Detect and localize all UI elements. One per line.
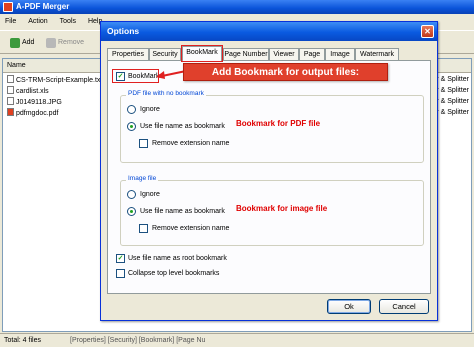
- collapse-bookmarks-label: Collapse top level bookmarks: [128, 270, 220, 277]
- remove-button[interactable]: Remove: [46, 36, 84, 50]
- file-icon: [7, 86, 14, 94]
- pdf-ignore-label: Ignore: [140, 106, 160, 113]
- add-icon: [10, 38, 20, 48]
- list-cell: r & Splitter: [436, 76, 469, 83]
- app-title: A-PDF Merger: [16, 2, 70, 11]
- menu-file[interactable]: File: [0, 14, 21, 30]
- list-item[interactable]: cardlist.xls: [7, 86, 49, 96]
- pdf-use-filename-radio[interactable]: [127, 122, 136, 131]
- remove-icon: [46, 38, 56, 48]
- list-item[interactable]: pdfmgdoc.pdf: [7, 108, 58, 118]
- ok-button[interactable]: Ok: [327, 299, 371, 314]
- callout-banner: Add Bookmark for output files:: [183, 63, 388, 81]
- app-logo-icon: [3, 2, 13, 12]
- tab-security[interactable]: Security: [149, 48, 181, 60]
- image-remove-ext-checkbox[interactable]: [139, 224, 148, 233]
- add-button[interactable]: Add: [10, 36, 34, 50]
- dialog-title: Options: [107, 26, 140, 36]
- list-cell: r & Splitter: [436, 87, 469, 94]
- file-icon: [7, 75, 14, 83]
- pdf-ignore-radio[interactable]: [127, 105, 136, 114]
- image-ignore-label: Ignore: [140, 191, 160, 198]
- pdf-remove-ext-checkbox[interactable]: [139, 139, 148, 148]
- collapse-bookmarks-checkbox[interactable]: [116, 269, 125, 278]
- file-icon: [7, 97, 14, 105]
- image-remove-ext-label: Remove extension name: [152, 225, 230, 232]
- pdf-remove-ext-label: Remove extension name: [152, 140, 230, 147]
- menu-tools[interactable]: Tools: [55, 14, 81, 30]
- status-total: Total: 4 files: [4, 337, 41, 344]
- image-group-title: Image file: [126, 175, 159, 183]
- tab-image[interactable]: Image: [325, 48, 355, 60]
- status-bar: Total: 4 files [Properties] [Security] […: [0, 333, 474, 347]
- menu-action[interactable]: Action: [23, 14, 52, 30]
- cancel-button[interactable]: Cancel: [379, 299, 429, 314]
- root-bookmark-label: Use file name as root bookmark: [128, 255, 227, 262]
- list-item[interactable]: CS-TRM-Script-Example.txt: [7, 75, 102, 85]
- close-icon[interactable]: ✕: [421, 25, 434, 38]
- tab-properties[interactable]: Properties: [107, 48, 149, 60]
- image-use-filename-label: Use file name as bookmark: [140, 208, 225, 215]
- app-titlebar: A-PDF Merger: [0, 0, 474, 14]
- tab-page[interactable]: Page: [299, 48, 325, 60]
- list-cell: r & Splitter: [436, 98, 469, 105]
- image-ignore-radio[interactable]: [127, 190, 136, 199]
- tab-bookmark[interactable]: BookMark: [181, 45, 223, 62]
- dialog-titlebar: Options: [101, 22, 437, 41]
- tab-page-number[interactable]: Page Number: [223, 48, 269, 60]
- bookmark-tab-panel: ✓ BookMark PDF file with no bookmark Ign…: [107, 60, 431, 294]
- tab-viewer[interactable]: Viewer: [269, 48, 299, 60]
- pdf-group-title: PDF file with no bookmark: [126, 90, 206, 98]
- pdf-bookmark-note: Bookmark for PDF file: [236, 119, 321, 128]
- pdf-use-filename-label: Use file name as bookmark: [140, 123, 225, 130]
- tab-watermark[interactable]: Watermark: [355, 48, 399, 60]
- image-use-filename-radio[interactable]: [127, 207, 136, 216]
- image-bookmark-note: Bookmark for image file: [236, 204, 328, 213]
- pdf-file-icon: [7, 108, 14, 116]
- root-bookmark-checkbox[interactable]: ✓: [116, 254, 125, 263]
- list-item[interactable]: J0149118.JPG: [7, 97, 62, 107]
- status-tabs: [Properties] [Security] [Bookmark] [Page…: [70, 337, 206, 344]
- list-cell: r & Splitter: [436, 109, 469, 116]
